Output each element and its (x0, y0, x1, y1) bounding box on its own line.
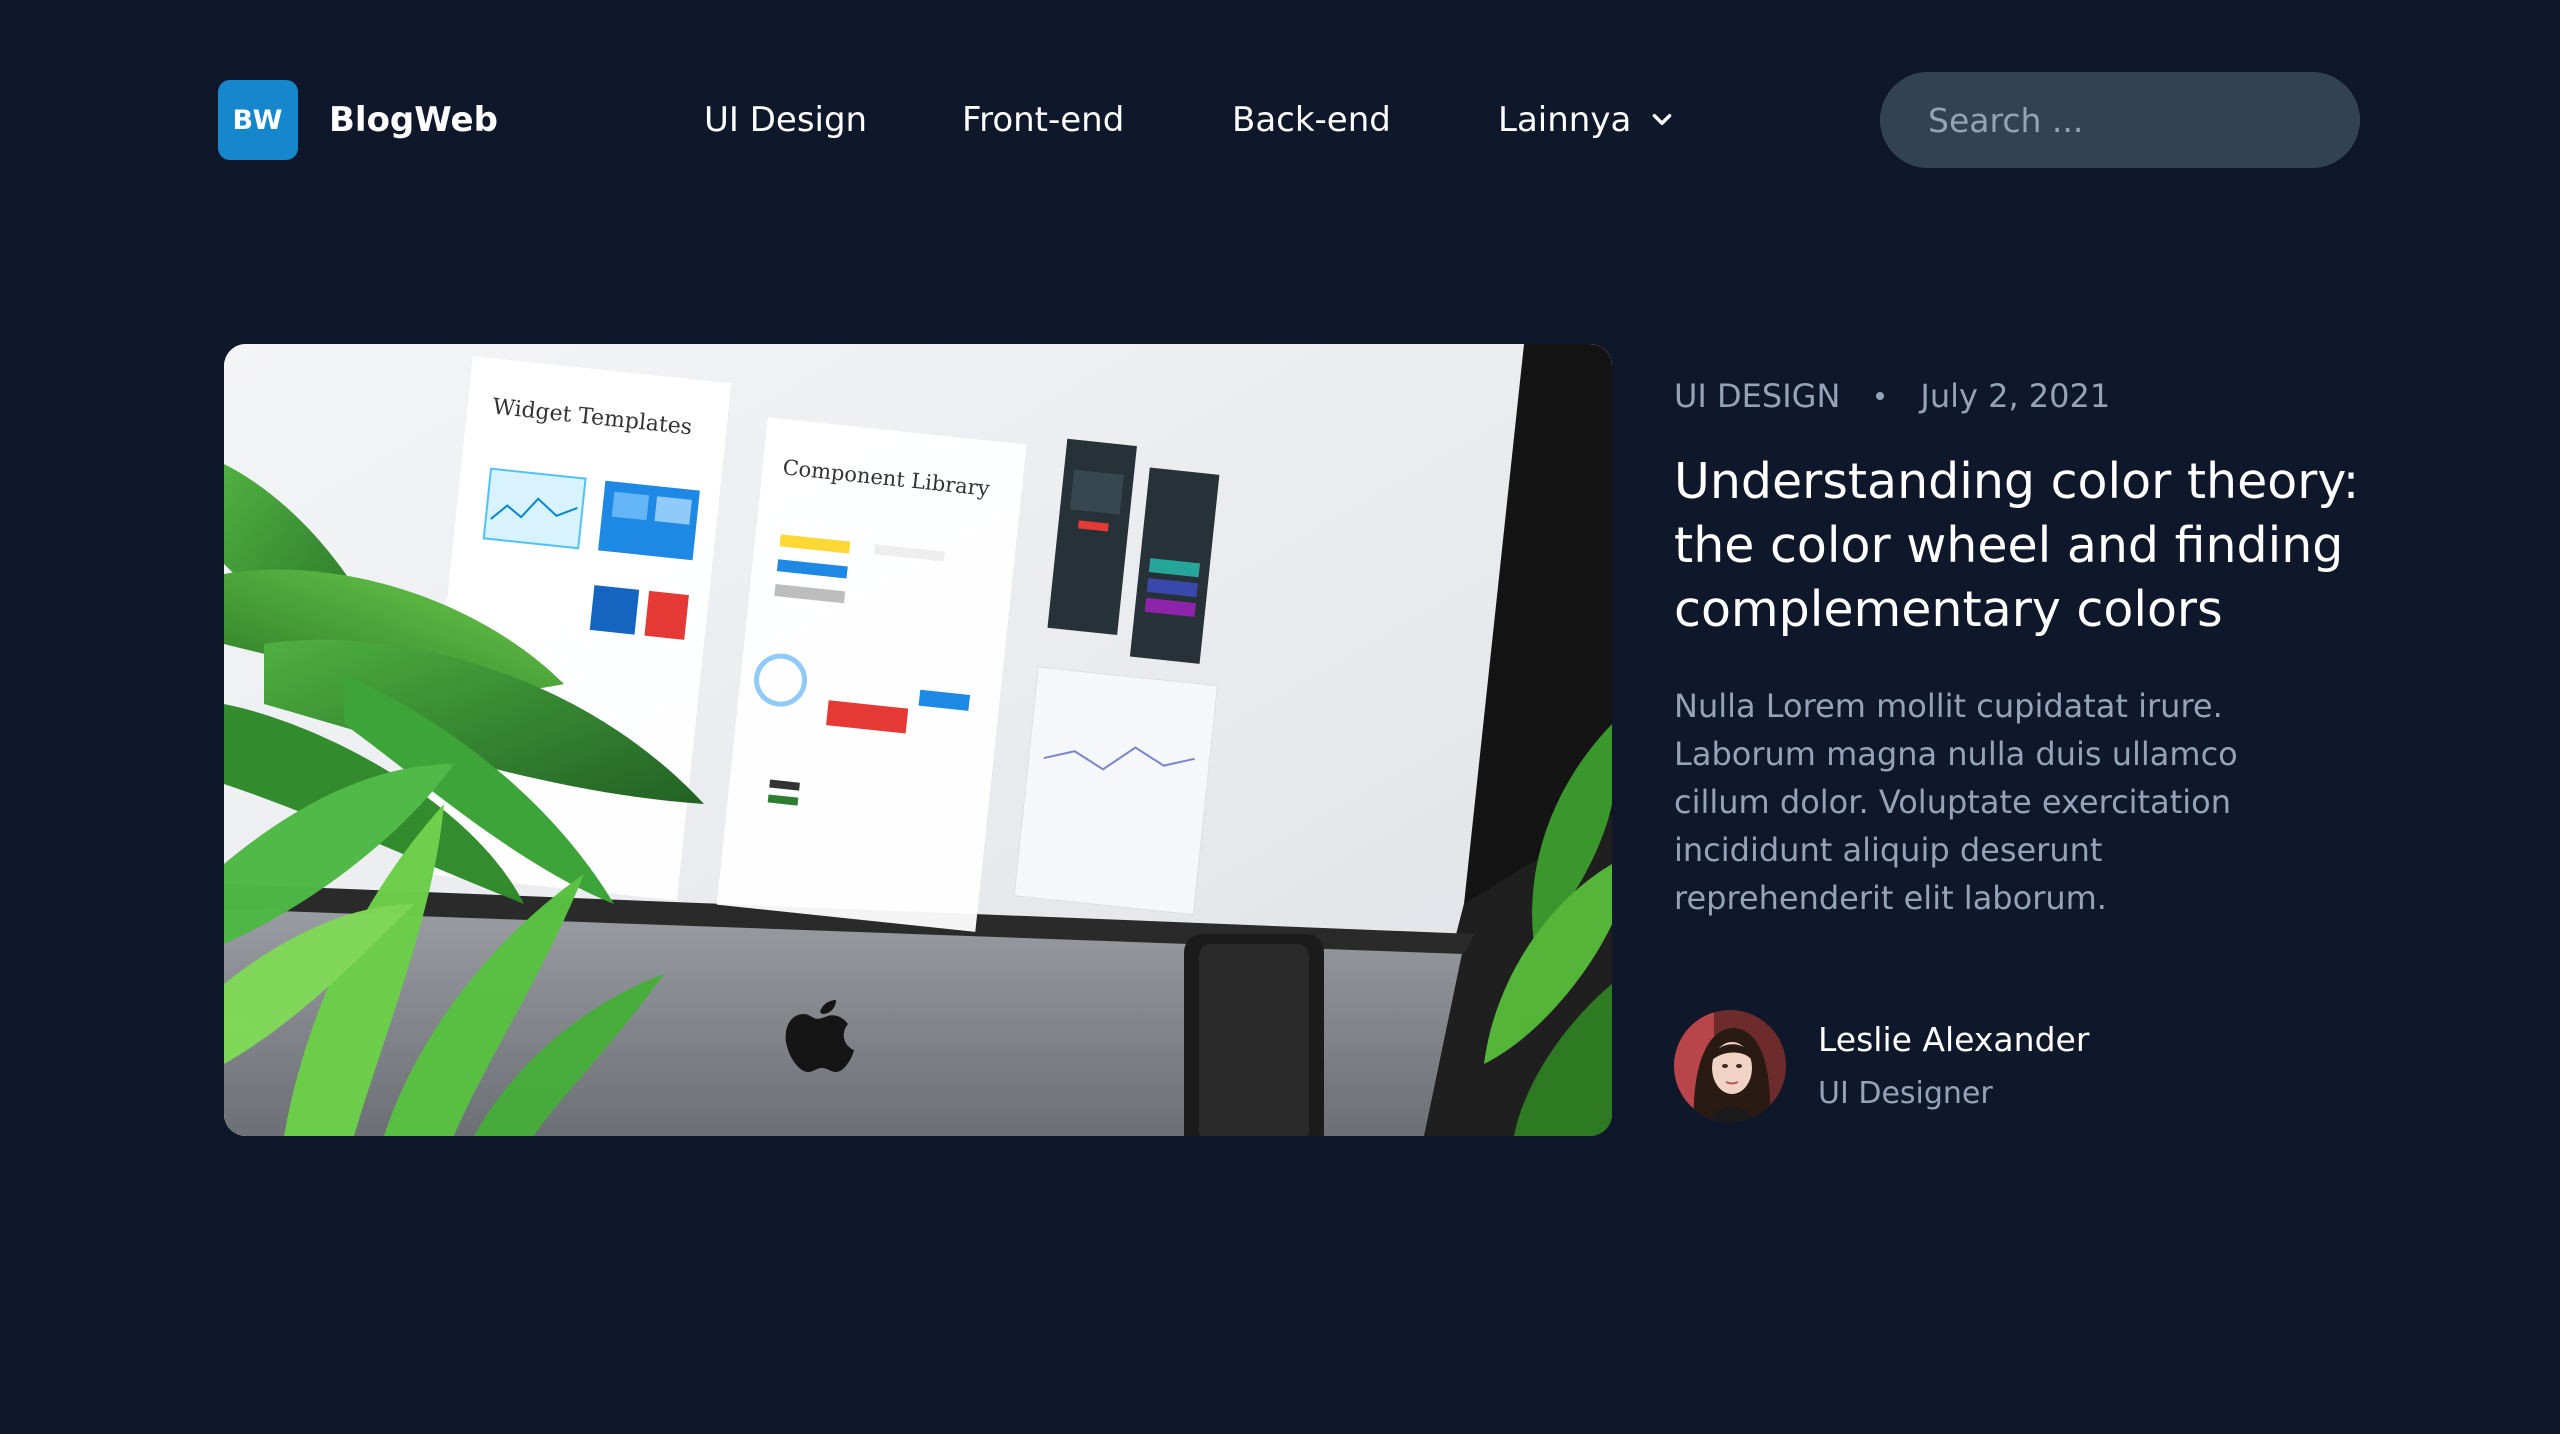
post-date: July 2, 2021 (1920, 377, 2111, 415)
post-featured-image[interactable]: Widget Templates Component Library (224, 344, 1612, 1136)
post-title[interactable]: Understanding color theory: the color wh… (1674, 450, 2414, 642)
blog-page: BW BlogWeb UI Design Front-end Back-end … (0, 0, 2560, 1434)
nav-link-front-end[interactable]: Front-end (962, 96, 1124, 144)
brand-badge-text: BW (232, 104, 284, 136)
nav-dropdown-lainnya[interactable]: Lainnya (1498, 96, 1675, 144)
brand-logo-badge[interactable]: BW (218, 80, 298, 160)
author-avatar[interactable] (1674, 1010, 1786, 1122)
nav-link-back-end[interactable]: Back-end (1232, 96, 1391, 144)
monitor-plant-photo: Widget Templates Component Library (224, 344, 1612, 1136)
author-photo (1674, 1010, 1786, 1122)
nav-dropdown-label: Lainnya (1498, 100, 1632, 140)
search-input[interactable] (1880, 72, 2360, 168)
post-meta: UI DESIGN July 2, 2021 (1674, 372, 2110, 420)
nav-link-ui-design[interactable]: UI Design (704, 96, 867, 144)
post-excerpt: Nulla Lorem mollit cupidatat irure. Labo… (1674, 687, 2238, 917)
author-role: UI Designer (1818, 1076, 1993, 1111)
post-category[interactable]: UI DESIGN (1674, 372, 1840, 420)
brand-name[interactable]: BlogWeb (329, 96, 498, 144)
author-name[interactable]: Leslie Alexander (1818, 1016, 2089, 1064)
meta-separator-dot (1876, 392, 1885, 400)
chevron-down-icon (1652, 113, 1672, 125)
